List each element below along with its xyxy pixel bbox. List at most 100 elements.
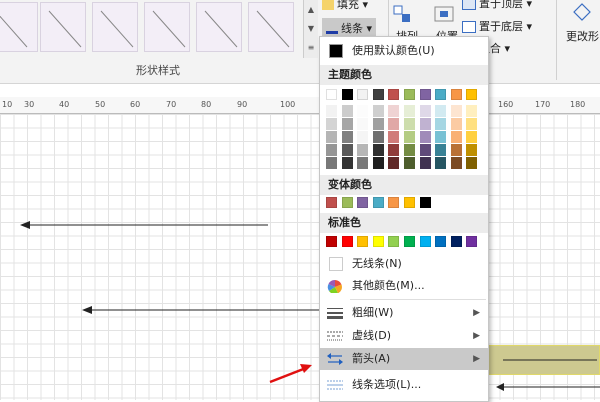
color-shade-swatch[interactable] <box>404 118 415 130</box>
color-shade-swatch[interactable] <box>435 105 447 117</box>
color-swatch[interactable] <box>341 89 353 100</box>
dash-item[interactable]: 虚线(D) ▶ <box>320 325 488 347</box>
color-shade-swatch[interactable] <box>435 157 447 169</box>
color-swatch[interactable] <box>326 197 337 208</box>
color-swatch[interactable] <box>388 89 400 100</box>
color-swatch[interactable] <box>435 89 447 100</box>
color-shade-swatch[interactable] <box>450 105 462 117</box>
fill-button[interactable]: 填充 ▾ <box>322 0 368 12</box>
color-shade-swatch[interactable] <box>326 105 337 117</box>
color-shade-swatch[interactable] <box>341 105 353 117</box>
color-swatch[interactable] <box>388 197 400 208</box>
default-color-item[interactable]: 使用默认颜色(U) <box>320 40 488 62</box>
arrow-item[interactable]: 箭头(A) ▶ <box>320 348 488 370</box>
color-swatch[interactable] <box>419 236 431 247</box>
color-shade-swatch[interactable] <box>341 157 353 169</box>
color-shade-swatch[interactable] <box>357 105 369 117</box>
more-icon[interactable]: ≡ <box>304 38 318 57</box>
color-swatch[interactable] <box>419 89 431 100</box>
color-swatch[interactable] <box>326 89 337 100</box>
color-swatch[interactable] <box>372 197 384 208</box>
no-line-item[interactable]: 无线条(N) <box>320 253 488 275</box>
line-options-item[interactable]: 线条选项(L)... <box>320 374 488 396</box>
color-swatch[interactable] <box>404 89 415 100</box>
color-shade-swatch[interactable] <box>357 144 369 156</box>
color-shade-swatch[interactable] <box>372 118 384 130</box>
color-shade-swatch[interactable] <box>419 157 431 169</box>
color-shade-swatch[interactable] <box>466 144 478 156</box>
color-swatch[interactable] <box>466 89 478 100</box>
weight-item[interactable]: 粗细(W) ▶ <box>320 302 488 324</box>
color-shade-swatch[interactable] <box>435 131 447 143</box>
bring-to-front-button[interactable]: 置于顶层 ▾ <box>462 0 532 11</box>
color-shade-swatch[interactable] <box>419 105 431 117</box>
color-shade-swatch[interactable] <box>435 118 447 130</box>
send-to-back-button[interactable]: 置于底层 ▾ <box>462 18 532 34</box>
shape-style-tile[interactable] <box>0 2 38 52</box>
color-shade-swatch[interactable] <box>419 131 431 143</box>
color-shade-swatch[interactable] <box>404 157 415 169</box>
arrow-style-option[interactable] <box>496 380 600 394</box>
color-swatch[interactable] <box>466 236 478 247</box>
shape-style-gallery[interactable]: ▲ ▼ ≡ <box>0 0 318 58</box>
color-shade-swatch[interactable] <box>341 118 353 130</box>
color-swatch[interactable] <box>450 89 462 100</box>
color-shade-swatch[interactable] <box>357 131 369 143</box>
color-shade-swatch[interactable] <box>450 131 462 143</box>
color-swatch[interactable] <box>450 236 462 247</box>
shape-style-tile[interactable] <box>248 2 294 52</box>
color-shade-swatch[interactable] <box>388 131 400 143</box>
color-shade-swatch[interactable] <box>450 157 462 169</box>
color-shade-swatch[interactable] <box>372 105 384 117</box>
color-shade-swatch[interactable] <box>388 144 400 156</box>
color-shade-swatch[interactable] <box>326 131 337 143</box>
color-shade-swatch[interactable] <box>326 118 337 130</box>
color-shade-swatch[interactable] <box>466 131 478 143</box>
color-swatch[interactable] <box>435 236 447 247</box>
arrow-line-shape[interactable] <box>20 218 270 232</box>
color-shade-swatch[interactable] <box>326 157 337 169</box>
color-shade-swatch[interactable] <box>466 118 478 130</box>
color-swatch[interactable] <box>341 236 353 247</box>
shape-style-tile[interactable] <box>144 2 190 52</box>
color-shade-swatch[interactable] <box>357 118 369 130</box>
arrow-style-preview[interactable] <box>480 345 600 375</box>
color-swatch[interactable] <box>357 89 369 100</box>
color-swatch[interactable] <box>341 197 353 208</box>
color-shade-swatch[interactable] <box>388 157 400 169</box>
color-swatch[interactable] <box>372 89 384 100</box>
color-swatch[interactable] <box>372 236 384 247</box>
color-shade-swatch[interactable] <box>388 105 400 117</box>
color-shade-swatch[interactable] <box>326 144 337 156</box>
color-shade-swatch[interactable] <box>357 157 369 169</box>
color-shade-swatch[interactable] <box>419 144 431 156</box>
color-shade-swatch[interactable] <box>450 144 462 156</box>
chevron-down-icon[interactable]: ▼ <box>304 19 318 38</box>
change-shape-button[interactable]: 更改形 <box>566 28 599 44</box>
color-shade-swatch[interactable] <box>388 118 400 130</box>
color-swatch[interactable] <box>357 236 369 247</box>
color-swatch[interactable] <box>388 236 400 247</box>
color-shade-swatch[interactable] <box>435 144 447 156</box>
shape-style-tile[interactable] <box>196 2 242 52</box>
color-swatch[interactable] <box>419 197 431 208</box>
color-shade-swatch[interactable] <box>466 105 478 117</box>
line-button[interactable]: 线条 ▾ <box>322 18 377 38</box>
color-shade-swatch[interactable] <box>404 131 415 143</box>
color-swatch[interactable] <box>404 197 415 208</box>
color-shade-swatch[interactable] <box>404 105 415 117</box>
chevron-up-icon[interactable]: ▲ <box>304 0 318 19</box>
arrow-line-shape[interactable] <box>82 303 322 317</box>
color-shade-swatch[interactable] <box>372 157 384 169</box>
more-colors-item[interactable]: 其他颜色(M)... <box>320 275 488 297</box>
color-swatch[interactable] <box>357 197 369 208</box>
color-swatch[interactable] <box>326 236 337 247</box>
shape-style-tile[interactable] <box>40 2 86 52</box>
color-shade-swatch[interactable] <box>372 144 384 156</box>
shape-style-tile[interactable] <box>92 2 138 52</box>
gallery-scroll[interactable]: ▲ ▼ ≡ <box>303 0 318 58</box>
color-swatch[interactable] <box>404 236 415 247</box>
color-shade-swatch[interactable] <box>341 144 353 156</box>
color-shade-swatch[interactable] <box>404 144 415 156</box>
color-shade-swatch[interactable] <box>466 157 478 169</box>
